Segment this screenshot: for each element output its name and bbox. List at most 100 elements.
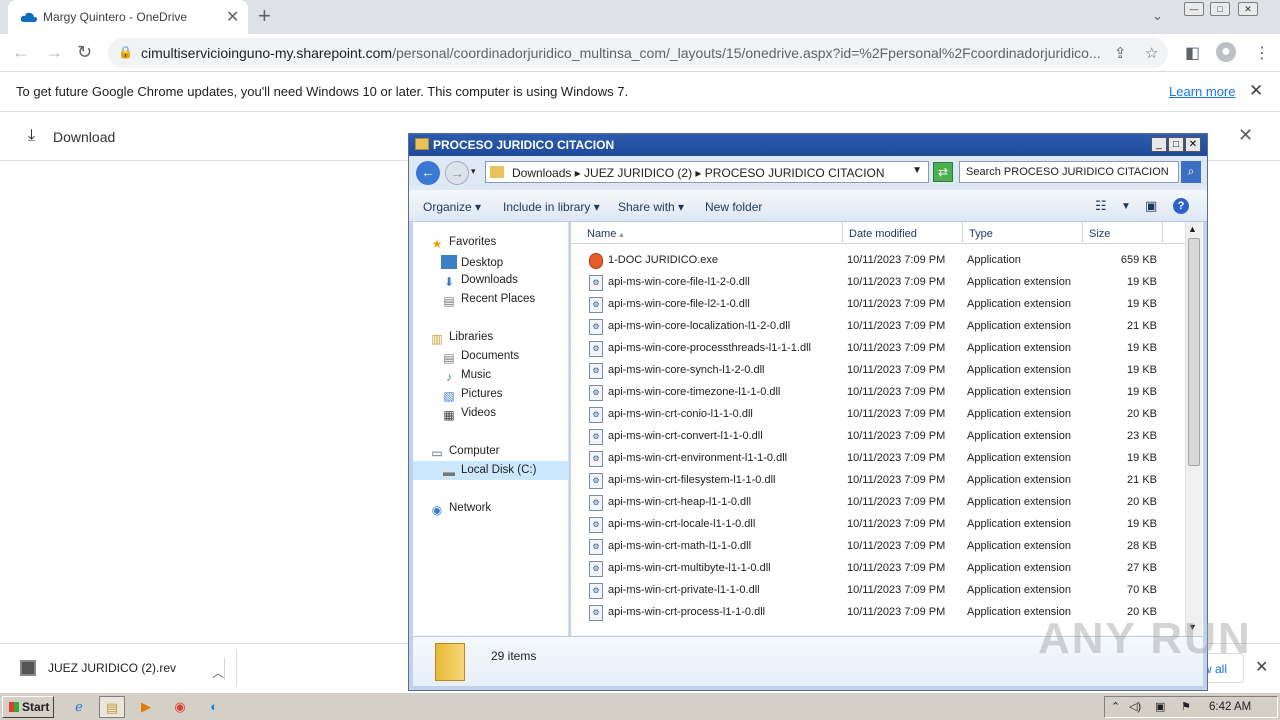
file-type: Application extension	[967, 584, 1071, 596]
clock[interactable]: 6:42 AM	[1209, 701, 1251, 713]
url-text[interactable]: cimultiservicioinguno-my.sharepoint.com/…	[141, 45, 1111, 61]
media-icon[interactable]: ▶	[133, 696, 159, 718]
menu-icon[interactable]: ⋮	[1254, 43, 1270, 63]
infobar-close-icon[interactable]: ✕	[1249, 81, 1263, 101]
file-row[interactable]: ⚙ api-ms-win-crt-filesystem-l1-1-0.dll 10/…	[571, 470, 1185, 492]
tab-onedrive[interactable]: Margy Quintero - OneDrive ✕	[8, 0, 248, 34]
file-row[interactable]: ⚙ api-ms-win-core-synch-l1-2-0.dll 10/11/2…	[571, 360, 1185, 382]
explorer-minimize-button[interactable]: _	[1151, 137, 1167, 152]
viewer-close-icon[interactable]: ✕	[1238, 125, 1253, 146]
column-header-size[interactable]: Size	[1083, 222, 1163, 244]
chrome-icon[interactable]: ◉	[167, 696, 193, 718]
nav-documents[interactable]: ▤ Documents	[441, 350, 519, 365]
sidebar-icon[interactable]: ◧	[1185, 43, 1200, 63]
vertical-scrollbar[interactable]: ▲ ▼	[1185, 222, 1202, 636]
organize-menu[interactable]: Organize ▾	[423, 200, 481, 214]
share-with-menu[interactable]: Share with ▾	[618, 200, 684, 214]
breadcrumb[interactable]: Downloads ▸ JUEZ JURIDICO (2) ▸ PROCESO …	[512, 166, 885, 180]
nav-videos[interactable]: ▦ Videos	[441, 407, 496, 422]
file-row[interactable]: ⚙ api-ms-win-core-file-l2-1-0.dll 10/11/20…	[571, 294, 1185, 316]
column-header-type[interactable]: Type	[963, 222, 1083, 244]
download-icon[interactable]: ⤓	[28, 127, 35, 145]
new-tab-button[interactable]: +	[258, 3, 271, 29]
file-size: 19 KB	[1127, 452, 1157, 464]
file-row[interactable]: ⚙ api-ms-win-crt-locale-l1-1-0.dll 10/11/2…	[571, 514, 1185, 536]
file-row[interactable]: ⚙ api-ms-win-core-timezone-l1-1-0.dll 10/1…	[571, 382, 1185, 404]
explorer-close-button[interactable]: ✕	[1185, 137, 1201, 152]
file-row[interactable]: 1-DOC JURIDICO.exe 10/11/2023 7:09 PM Appl…	[571, 250, 1185, 272]
tray-expand-icon[interactable]: ⌃	[1111, 700, 1120, 713]
window-close-button[interactable]: ✕	[1238, 2, 1258, 16]
scrollbar-thumb[interactable]	[1188, 238, 1200, 466]
nav-music[interactable]: ♪ Music	[441, 369, 491, 384]
preview-pane-icon[interactable]: ▣	[1145, 198, 1157, 214]
back-icon[interactable]: ←	[12, 42, 30, 62]
file-row[interactable]: ⚙ api-ms-win-crt-convert-l1-1-0.dll 10/11/…	[571, 426, 1185, 448]
nav-downloads[interactable]: ⬇ Downloads	[441, 274, 518, 289]
nav-pictures[interactable]: ▧ Pictures	[441, 388, 502, 403]
file-row[interactable]: ⚙ api-ms-win-core-localization-l1-2-0.dll…	[571, 316, 1185, 338]
flag-icon[interactable]: ⚑	[1181, 700, 1191, 713]
download-button[interactable]: Download	[53, 129, 115, 145]
nav-desktop[interactable]: Desktop	[441, 255, 503, 269]
explorer-address-bar[interactable]: Downloads ▸ JUEZ JURIDICO (2) ▸ PROCESO …	[485, 161, 929, 183]
file-row[interactable]: ⚙ api-ms-win-crt-private-l1-1-0.dll 10/11/…	[571, 580, 1185, 602]
chevron-up-icon[interactable]: ︿	[206, 658, 226, 680]
chevron-down-icon[interactable]: ▼	[1121, 201, 1131, 212]
column-header-name[interactable]: Name ▴	[571, 222, 843, 244]
lock-icon[interactable]: 🔒	[118, 45, 133, 59]
edge-icon[interactable]: ◐	[201, 696, 227, 718]
forward-icon[interactable]: →	[45, 42, 63, 62]
include-in-library-menu[interactable]: Include in library ▾	[503, 200, 600, 214]
learn-more-link[interactable]: Learn more	[1169, 84, 1235, 99]
tab-close-icon[interactable]: ✕	[226, 7, 239, 27]
refresh-icon[interactable]: ⇄	[933, 162, 953, 182]
file-row[interactable]: ⚙ api-ms-win-core-processthreads-l1-1-1.d…	[571, 338, 1185, 360]
nav-computer[interactable]: ▭ Computer	[429, 445, 499, 460]
search-icon[interactable]: ⌕	[1181, 161, 1201, 183]
file-date: 10/11/2023 7:09 PM	[847, 342, 946, 354]
nav-recent-places[interactable]: ▤ Recent Places	[441, 293, 535, 308]
back-icon[interactable]: ←	[416, 161, 440, 185]
file-row[interactable]: ⚙ api-ms-win-crt-math-l1-1-0.dll 10/11/202…	[571, 536, 1185, 558]
nav-favorites[interactable]: ★ Favorites	[429, 236, 497, 251]
view-options-icon[interactable]: ☷	[1095, 198, 1107, 214]
volume-icon[interactable]: ◁)	[1129, 700, 1141, 713]
reload-icon[interactable]: ↻	[77, 42, 92, 62]
window-minimize-button[interactable]: —	[1184, 2, 1204, 16]
history-dropdown-icon[interactable]: ▾	[471, 166, 476, 177]
chevron-down-icon[interactable]: ▼	[912, 165, 922, 176]
help-icon[interactable]: ?	[1173, 198, 1189, 214]
file-row[interactable]: ⚙ api-ms-win-crt-heap-l1-1-0.dll 10/11/202…	[571, 492, 1185, 514]
address-bar[interactable]: 🔒 cimultiservicioinguno-my.sharepoint.co…	[108, 38, 1168, 68]
explorer-maximize-button[interactable]: □	[1168, 137, 1184, 152]
tab-search-icon[interactable]: ⌄	[1152, 8, 1163, 24]
explorer-icon[interactable]: ▤	[99, 696, 125, 718]
explorer-titlebar[interactable]: PROCESO JURIDICO CITACION _ □ ✕	[409, 134, 1207, 156]
file-row[interactable]: ⚙ api-ms-win-core-file-l1-2-0.dll 10/11/20…	[571, 272, 1185, 294]
shelf-close-icon[interactable]: ✕	[1255, 657, 1268, 677]
file-row[interactable]: ⚙ api-ms-win-crt-conio-l1-1-0.dll 10/11/20…	[571, 404, 1185, 426]
file-row[interactable]: ⚙ api-ms-win-crt-multibyte-l1-1-0.dll 10/1…	[571, 558, 1185, 580]
file-date: 10/11/2023 7:09 PM	[847, 298, 946, 310]
nav-network[interactable]: ◉ Network	[429, 502, 491, 517]
forward-icon[interactable]: →	[445, 161, 469, 185]
column-header-date[interactable]: Date modified	[843, 222, 963, 244]
file-size: 27 KB	[1127, 562, 1157, 574]
nav-libraries[interactable]: ▥ Libraries	[429, 331, 493, 346]
file-size: 19 KB	[1127, 518, 1157, 530]
new-folder-button[interactable]: New folder	[705, 200, 762, 214]
scroll-up-icon[interactable]: ▲	[1188, 224, 1197, 234]
download-item-name[interactable]: JUEZ JURIDICO (2).rev	[48, 661, 176, 675]
explorer-search-input[interactable]: Search PROCESO JURIDICO CITACION	[959, 161, 1179, 183]
star-icon[interactable]: ☆	[1145, 44, 1158, 62]
file-row[interactable]: ⚙ api-ms-win-crt-environment-l1-1-0.dll 10…	[571, 448, 1185, 470]
ie-icon[interactable]: ℯ	[66, 696, 92, 718]
start-button[interactable]: Start	[2, 696, 54, 718]
file-type: Application extension	[967, 408, 1071, 420]
window-maximize-button[interactable]: □	[1210, 2, 1230, 16]
share-icon[interactable]: ⇪	[1114, 44, 1127, 62]
network-tray-icon[interactable]: ▣	[1155, 700, 1165, 713]
nav-local-disk[interactable]: ▬ Local Disk (C:)	[413, 461, 568, 480]
profile-icon[interactable]: ●	[1216, 42, 1236, 62]
